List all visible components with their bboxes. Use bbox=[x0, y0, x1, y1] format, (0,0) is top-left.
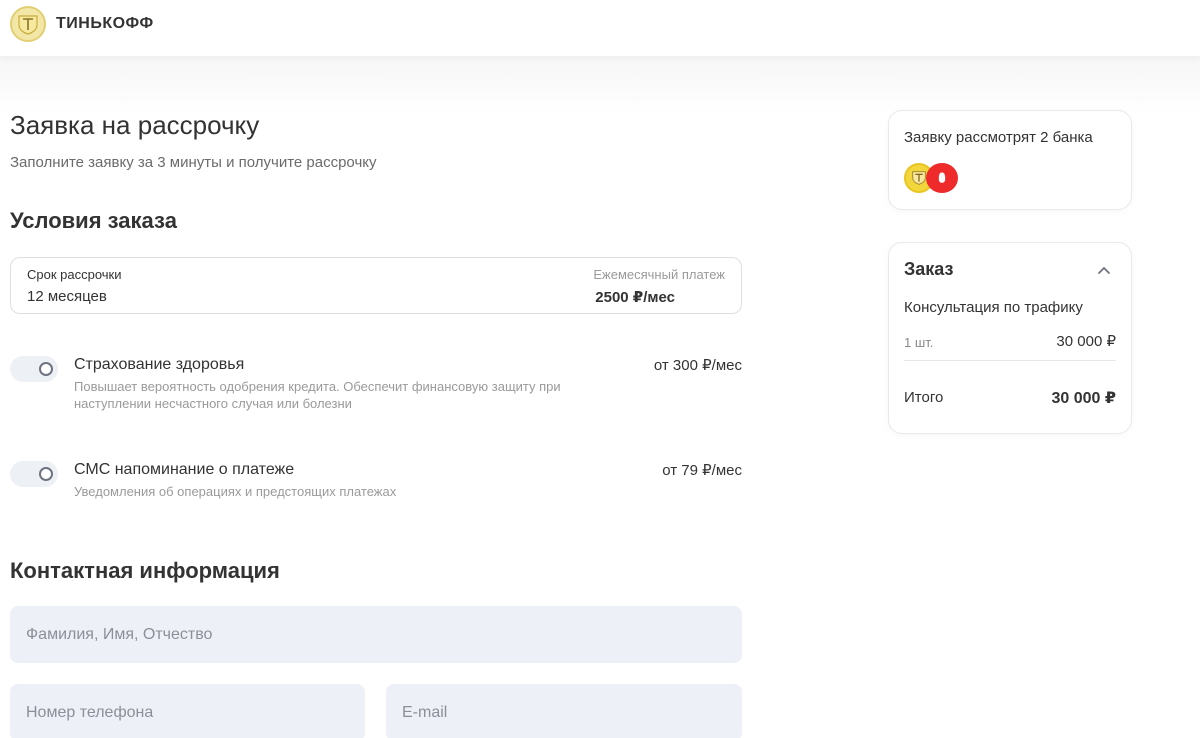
divider bbox=[904, 360, 1116, 361]
installment-term-selector[interactable]: Срок рассрочки 12 месяцев Ежемесячный пл… bbox=[10, 257, 742, 314]
option-sms-reminder: СМС напоминание о платеже Уведомления об… bbox=[10, 461, 742, 505]
phone-input[interactable] bbox=[10, 684, 365, 738]
brand-name: ТИНЬКОФФ bbox=[56, 15, 154, 32]
sms-reminder-toggle[interactable] bbox=[10, 461, 58, 487]
page-subtitle: Заполните заявку за 3 минуты и получите … bbox=[10, 154, 377, 171]
monthly-payment-label: Ежемесячный платеж bbox=[593, 267, 725, 282]
term-value: 12 месяцев bbox=[27, 288, 107, 305]
option-description: Повышает вероятность одобрения кредита. … bbox=[74, 379, 561, 411]
option-description: Уведомления об операциях и предстоящих п… bbox=[74, 484, 397, 499]
order-total-value: 30 000 ₽ bbox=[1051, 390, 1116, 407]
top-header: ТИНЬКОФФ bbox=[0, 0, 1200, 56]
order-title: Заказ bbox=[904, 259, 954, 279]
order-item-qty: 1 шт. bbox=[904, 335, 934, 350]
chevron-up-icon[interactable] bbox=[1097, 265, 1111, 275]
page-title: Заявка на рассрочку bbox=[10, 110, 260, 140]
banks-title: Заявку рассмотрят 2 банка bbox=[904, 129, 1093, 146]
health-insurance-toggle[interactable] bbox=[10, 356, 58, 382]
order-item-name: Консультация по трафику bbox=[904, 299, 1083, 316]
option-title: СМС напоминание о платеже bbox=[74, 461, 295, 478]
toggle-knob bbox=[39, 467, 53, 481]
banks-card: Заявку рассмотрят 2 банка bbox=[888, 110, 1132, 210]
option-health-insurance: Страхование здоровья Повышает вероятност… bbox=[10, 356, 742, 416]
email-input[interactable] bbox=[386, 684, 742, 738]
order-card: Заказ Консультация по трафику 1 шт. 30 0… bbox=[888, 242, 1132, 434]
option-price: от 79 ₽/мес bbox=[662, 462, 742, 479]
conditions-title: Условия заказа bbox=[10, 208, 177, 233]
toggle-knob bbox=[39, 362, 53, 376]
brand-logo[interactable]: ТИНЬКОФФ bbox=[10, 6, 154, 42]
bank-logos bbox=[904, 163, 964, 193]
term-label: Срок рассрочки bbox=[27, 267, 122, 282]
hero-band bbox=[0, 56, 1200, 116]
order-total-label: Итого bbox=[904, 389, 944, 406]
monthly-payment-value: 2500 ₽/мес bbox=[595, 289, 675, 306]
option-title: Страхование здоровья bbox=[74, 356, 245, 373]
order-item-price: 30 000 ₽ bbox=[1056, 333, 1116, 350]
full-name-input[interactable] bbox=[10, 606, 742, 663]
contact-title: Контактная информация bbox=[10, 558, 280, 583]
option-price: от 300 ₽/мес bbox=[653, 357, 742, 374]
tinkoff-shield-icon bbox=[10, 6, 46, 42]
alfa-bank-icon bbox=[926, 163, 958, 193]
